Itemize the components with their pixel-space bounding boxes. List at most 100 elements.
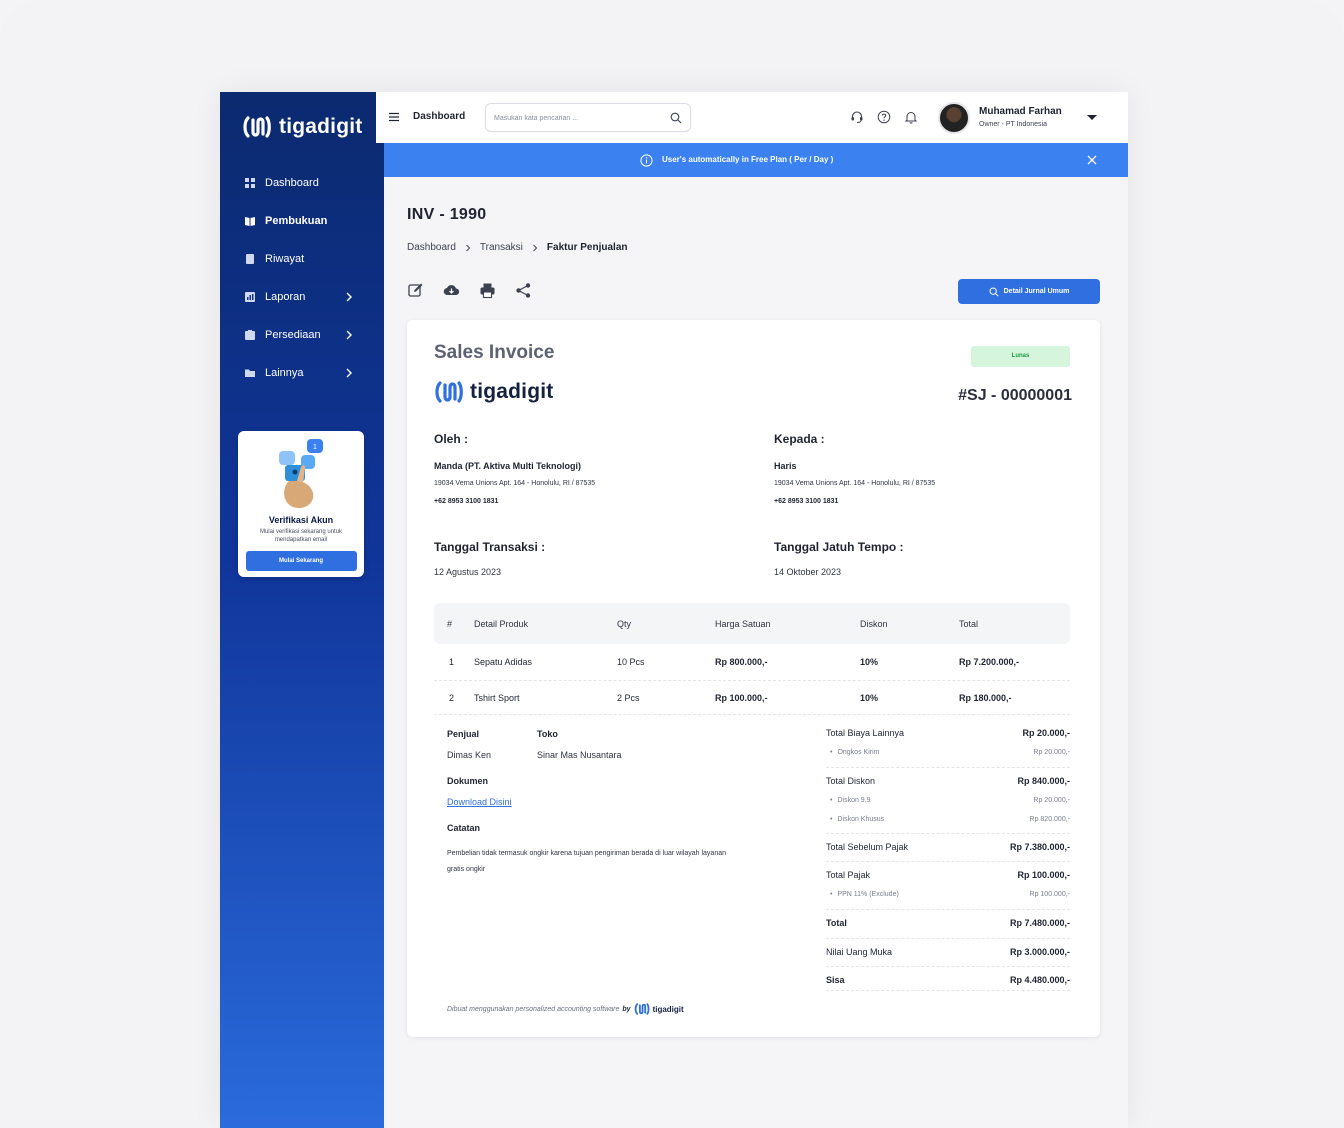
search-box — [485, 103, 691, 132]
share-icon[interactable] — [515, 282, 532, 299]
hamburger-menu-icon[interactable] — [389, 112, 399, 122]
help-icon[interactable] — [877, 110, 891, 124]
summary-tax: Total Pajak Rp 100.000,- — [826, 870, 1070, 880]
summary-total: Total Rp 7.480.000,- — [826, 918, 1070, 928]
svg-text:1: 1 — [313, 444, 317, 451]
table-cell: 10% — [860, 657, 879, 667]
verify-account-card: 1 Verifikasi Akun Mulai verifikasi sekar… — [238, 431, 364, 577]
sidebar-item-label: Lainnya — [265, 367, 304, 379]
top-bar: Dashboard Muhamad Farhan Owner - PT Indo… — [376, 92, 1128, 143]
verify-description: Mulai verifikasi sekarang untuk mendapat… — [259, 529, 343, 543]
search-icon[interactable] — [670, 112, 682, 124]
tigadigit-logo-icon — [243, 116, 271, 138]
book-icon — [245, 217, 255, 226]
chevron-right-icon — [346, 292, 352, 302]
user-role: Owner - PT Indonesia — [979, 121, 1047, 128]
breadcrumb-dashboard[interactable]: Dashboard — [407, 242, 456, 253]
tigadigit-logo-icon — [634, 1003, 650, 1015]
summary-label: Total — [826, 918, 847, 928]
summary-divider — [826, 938, 1070, 939]
breadcrumb: Dashboard Transaksi Faktur Penjualan — [407, 242, 627, 253]
table-cell: Tshirt Sport — [474, 692, 520, 703]
breadcrumb-current: Faktur Penjualan — [546, 242, 628, 253]
plan-banner: User's automatically in Free Plan ( Per … — [384, 143, 1128, 177]
sidebar-item-lainnya[interactable]: Lainnya — [220, 354, 384, 392]
page-title: INV - 1990 — [407, 206, 487, 223]
table-cell: Rp 7.200.000,- — [959, 657, 1020, 667]
user-avatar[interactable] — [938, 102, 970, 134]
sidebar-item-label: Riwayat — [265, 253, 305, 265]
footer-note-text: Dibuat menggunakan personalized accounti… — [447, 1005, 620, 1013]
sidebar-nav: Dashboard Pembukuan Riwayat Laporan Pers… — [220, 164, 384, 392]
column-header: Diskon — [860, 618, 888, 629]
invoice-brand-logo: tigadigit — [434, 379, 553, 405]
cloud-download-icon[interactable] — [443, 282, 460, 299]
summary-divider — [826, 990, 1070, 991]
caret-down-icon[interactable] — [1086, 112, 1098, 122]
summary-divider — [826, 861, 1070, 862]
breadcrumb-transaksi[interactable]: Transaksi — [480, 242, 523, 253]
table-cell: Sepatu Adidas — [474, 657, 533, 667]
summary-other-costs: Total Biaya Lainnya Rp 20.000,- — [826, 728, 1070, 738]
download-document-link[interactable]: Download Disini — [447, 797, 512, 807]
report-icon — [245, 292, 255, 302]
bell-icon[interactable] — [904, 110, 918, 124]
verification-illustration-icon: 1 — [279, 439, 323, 509]
chevron-right-icon — [533, 244, 538, 251]
sidebar-item-pembukuan[interactable]: Pembukuan — [220, 202, 384, 240]
edit-icon[interactable] — [407, 282, 424, 299]
sidebar: tigadigit Dashboard Pembukuan Riwayat La… — [220, 92, 384, 1128]
sidebar-item-laporan[interactable]: Laporan — [220, 278, 384, 316]
detail-jurnal-umum-button[interactable]: Detail Jurnal Umum — [958, 279, 1100, 304]
folder-icon — [245, 369, 255, 377]
table-row: 1 Sepatu Adidas 10 Pcs Rp 800.000,- 10% … — [434, 644, 1070, 681]
table-cell: Rp 180.000,- — [959, 692, 1012, 703]
grid-icon — [245, 178, 255, 188]
column-header: Harga Satuan — [715, 618, 771, 629]
user-name: Muhamad Farhan — [979, 106, 1062, 117]
table-cell: 1 — [449, 657, 455, 667]
summary-value: Rp 840.000,- — [1017, 776, 1070, 786]
sidebar-item-dashboard[interactable]: Dashboard — [220, 164, 384, 202]
sidebar-item-riwayat[interactable]: Riwayat — [220, 240, 384, 278]
brand-logo[interactable]: tigadigit — [242, 114, 362, 140]
from-label: Oleh : — [434, 432, 469, 446]
to-address: 19034 Verna Unions Apt. 164 - Honolulu, … — [774, 480, 936, 487]
table-cell: 10 Pcs — [617, 657, 645, 667]
search-icon — [989, 287, 999, 297]
banner-text: User's automatically in Free Plan ( Per … — [662, 155, 834, 164]
summary-discount: Total Diskon Rp 840.000,- — [826, 776, 1070, 786]
column-header: Qty — [617, 618, 632, 629]
summary-divider — [826, 833, 1070, 834]
summary-divider — [826, 767, 1070, 768]
summary-label: Total Biaya Lainnya — [826, 728, 905, 738]
summary-discount-1: Diskon 9.9 Rp 20.000,- — [826, 797, 1070, 804]
chevron-right-icon — [466, 244, 471, 251]
status-badge: Lunas — [971, 346, 1070, 367]
search-input[interactable] — [494, 111, 664, 125]
seller-value: Dimas Ken — [447, 750, 492, 760]
summary-value: Rp 20.000,- — [1033, 749, 1070, 756]
start-verification-button[interactable]: Mulai Sekarang — [245, 551, 357, 571]
box-icon — [245, 330, 255, 340]
notes-text: Pembelian tidak termasuk ongkir karena t… — [447, 850, 726, 873]
summary-label: Total Diskon — [826, 776, 876, 786]
summary-divider — [826, 909, 1070, 910]
close-icon[interactable] — [1086, 154, 1098, 166]
summary-label: Sisa — [826, 975, 845, 985]
sidebar-item-persediaan[interactable]: Persediaan — [220, 316, 384, 354]
sidebar-item-label: Pembukuan — [265, 215, 328, 227]
headset-support-icon[interactable] — [850, 110, 864, 124]
summary-label: Ongkos Kirim — [826, 749, 879, 756]
invoice-toolbar — [407, 282, 532, 299]
verify-title: Verifikasi Akun — [268, 515, 334, 525]
brand-name: tigadigit — [470, 380, 554, 403]
from-phone: +62 8953 3100 1831 — [434, 498, 499, 505]
sidebar-item-label: Persediaan — [265, 329, 321, 341]
due-date-label: Tanggal Jatuh Tempo : — [774, 540, 904, 554]
printer-icon[interactable] — [479, 282, 496, 299]
to-name: Haris — [774, 461, 797, 471]
items-table: # Detail Produk Qty Harga Satuan Diskon … — [434, 603, 1070, 715]
table-cell: 2 — [449, 692, 455, 703]
seller-label: Penjual — [447, 729, 480, 739]
